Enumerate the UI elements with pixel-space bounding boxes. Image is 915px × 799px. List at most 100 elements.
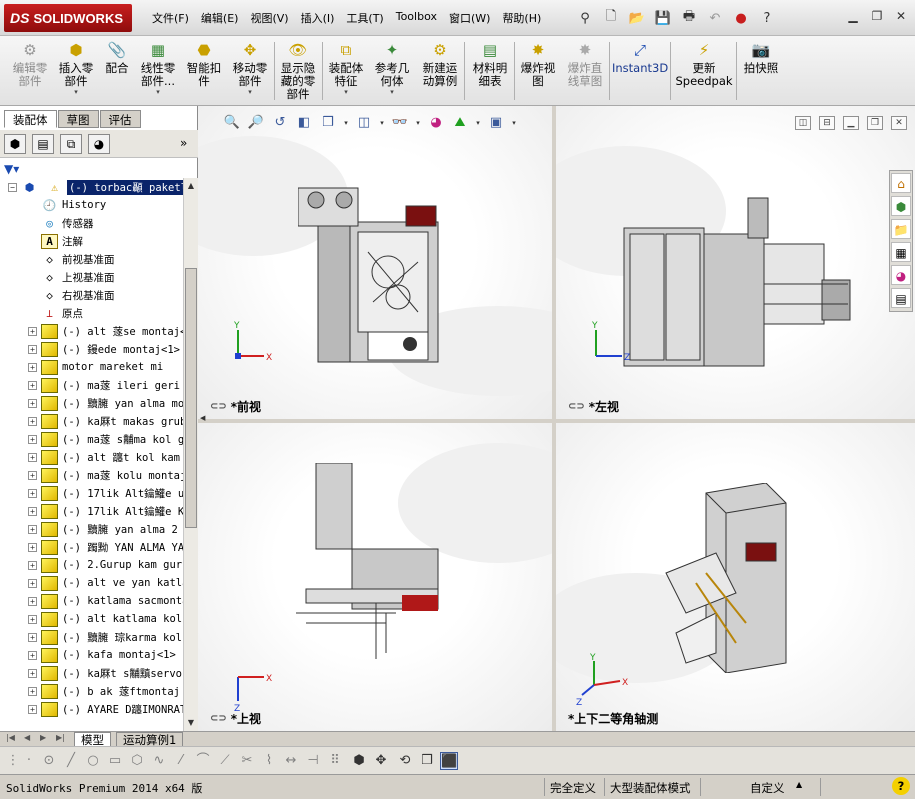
expand-icon[interactable]: +	[28, 326, 37, 336]
help-icon[interactable]: ?	[892, 777, 910, 795]
viewport-front[interactable]: Y X ⊂⊃ *前视 🔍 🔎 ↺ ◧ ❒ ▾ ◫ ▾ 👓 ▾ ◕ ⛰ ▾ ▣ ▾	[198, 106, 552, 419]
bom-button[interactable]: ▤ 材料明 细表	[468, 40, 512, 88]
expand-icon[interactable]: +	[28, 470, 37, 480]
zoom-to-area-icon[interactable]: 🔎	[246, 114, 266, 132]
next-tab-icon[interactable]: ▶	[40, 733, 46, 742]
expand-icon[interactable]: +	[28, 488, 37, 498]
home-icon[interactable]: ⌂	[891, 173, 911, 193]
mate-button[interactable]: 📎 配合	[100, 40, 134, 75]
file-explorer-icon[interactable]: 📁	[891, 219, 911, 239]
tab-sketch[interactable]: 草图	[57, 110, 99, 128]
sketch-fillet-icon[interactable]: ⌒	[194, 752, 212, 770]
chevron-down-icon[interactable]: ▾	[228, 88, 272, 97]
tree-item[interactable]: +⊥原点	[0, 304, 183, 322]
expand-icon[interactable]: +	[28, 344, 37, 354]
update-speedpak-button[interactable]: ⚡ 更新 Speedpak	[674, 40, 734, 88]
filter-icon[interactable]: ▼▾	[4, 162, 19, 176]
tree-item-subassembly[interactable]: + (-) ma蓫 kolu montaj	[0, 466, 183, 484]
expand-icon[interactable]: +	[28, 704, 37, 714]
expand-icon[interactable]: +	[28, 506, 37, 516]
expand-icon[interactable]: +	[28, 596, 37, 606]
expand-icon[interactable]: +	[28, 416, 37, 426]
expand-icon[interactable]: +	[28, 632, 37, 642]
tree-item-subassembly[interactable]: + (-) ka厤t s黼黰servo	[0, 664, 183, 682]
tree-item-subassembly[interactable]: + (-) 17lik Alt鑰鱹e K	[0, 502, 183, 520]
tab-model[interactable]: 模型	[74, 732, 111, 747]
viewport-isometric[interactable]: Y X Z *上下二等角轴测	[556, 423, 915, 731]
save-icon[interactable]: 💾	[652, 7, 674, 29]
display-manager-icon[interactable]: ◕	[88, 134, 110, 154]
edit-appearance-icon[interactable]: ◕	[426, 114, 446, 132]
feature-manager-icon[interactable]: ⬢	[4, 134, 26, 154]
zoom-to-fit-icon[interactable]: 🔍	[222, 114, 242, 132]
point-icon[interactable]: ·	[20, 752, 38, 770]
edit-component-button[interactable]: ⚙ 编辑零 部件	[8, 40, 52, 88]
explode-line-sketch-button[interactable]: ✸ 爆炸直 线草图	[562, 40, 608, 88]
assembly-feature-button[interactable]: ⧉ 装配体 特征 ▾	[324, 40, 368, 97]
expand-icon[interactable]: +	[28, 686, 37, 696]
spline-icon[interactable]: ∿	[150, 752, 168, 770]
show-hidden-components-button[interactable]: 👁 显示隐 藏的零 部件	[276, 40, 320, 101]
viewport-left[interactable]: Y Z ⊂⊃ *左视 ◫ ⊟ ▁ ❐ ✕	[556, 106, 915, 419]
menu-file[interactable]: 文件(F)	[146, 10, 195, 26]
tree-item-subassembly[interactable]: + (-) 黷臃 yan alma 2	[0, 520, 183, 538]
undo-icon[interactable]: ↶	[704, 7, 726, 29]
split-vertical-icon[interactable]: ⊟	[819, 116, 835, 130]
chevron-right-icon[interactable]: »	[180, 136, 187, 150]
tree-item-subassembly[interactable]: + (-) alt 躔t kol kam	[0, 448, 183, 466]
corner-rectangle-icon[interactable]: ▭	[106, 752, 124, 770]
link-views-icon[interactable]: ⊂⊃	[210, 713, 227, 724]
previous-view-icon[interactable]: ↺	[270, 114, 290, 132]
chevron-down-icon[interactable]: ▾	[342, 114, 350, 132]
hide-show-items-icon[interactable]: 👓	[390, 114, 410, 132]
menu-insert[interactable]: 插入(I)	[295, 10, 341, 26]
tree-item-subassembly[interactable]: + (-) alt katlama kolu	[0, 610, 183, 628]
print-icon[interactable]: 🖶	[678, 7, 700, 29]
rebuild-traffic-light-icon[interactable]: ●	[730, 7, 752, 29]
link-views-icon[interactable]: ⊂⊃	[568, 401, 585, 412]
chevron-down-icon[interactable]: ▾	[378, 114, 386, 132]
extruded-boss-icon[interactable]: ⬢	[350, 752, 368, 770]
tree-scrollbar[interactable]: ▲ ▼	[183, 178, 198, 731]
expand-icon[interactable]: +	[28, 614, 37, 624]
instant3d-button[interactable]: ⤢ Instant3D	[612, 40, 668, 75]
chevron-up-icon[interactable]: ▲	[796, 780, 802, 789]
tree-item-subassembly[interactable]: + (-) 2.Gurup kam guru	[0, 556, 183, 574]
tree-item-subassembly[interactable]: + motor mareket mi	[0, 358, 183, 376]
menu-toolbox[interactable]: Toolbox	[390, 10, 443, 26]
link-views-icon[interactable]: ⊂⊃	[210, 401, 227, 412]
minimize-icon[interactable]: ▁	[845, 8, 861, 24]
expand-icon[interactable]: +	[28, 668, 37, 678]
tree-item-subassembly[interactable]: + (-) ma蓫 ileri geri	[0, 376, 183, 394]
new-document-icon[interactable]: 🗋	[600, 7, 622, 29]
graphics-area[interactable]: Y X ⊂⊃ *前视 🔍 🔎 ↺ ◧ ❒ ▾ ◫ ▾ 👓 ▾ ◕ ⛰ ▾ ▣ ▾…	[198, 106, 915, 731]
section-view-icon[interactable]: ◧	[294, 114, 314, 132]
tree-item[interactable]: +◇上视基准面	[0, 268, 183, 286]
solidworks-logo[interactable]: DS SOLIDWORKS	[4, 4, 132, 32]
circle-icon[interactable]: ○	[84, 752, 102, 770]
chevron-down-icon[interactable]: ▾	[136, 88, 180, 97]
tree-item-subassembly[interactable]: + (-) b ak 蓫ftmontaj	[0, 682, 183, 700]
tree-item-subassembly[interactable]: + (-) alt 蓫se montaj<	[0, 322, 183, 340]
insert-component-button[interactable]: ⬢ 插入零 部件 ▾	[54, 40, 98, 97]
tree-item-subassembly[interactable]: + (-) alt ve yan katla	[0, 574, 183, 592]
prev-tab-icon[interactable]: ◀	[24, 733, 30, 742]
collapse-icon[interactable]: −	[8, 182, 17, 192]
trim-entities-icon[interactable]: ✂	[238, 752, 256, 770]
polygon-icon[interactable]: ⬡	[128, 752, 146, 770]
expand-icon[interactable]: +	[28, 560, 37, 570]
convert-entities-icon[interactable]: ⟋	[216, 752, 234, 770]
move-component-button[interactable]: ✥ 移动零 部件 ▾	[228, 40, 272, 97]
viewport-close-icon[interactable]: ✕	[891, 116, 907, 130]
tree-item-subassembly[interactable]: + (-) ka厤t makas grub	[0, 412, 183, 430]
design-library-icon[interactable]: ⬢	[891, 196, 911, 216]
tree-item[interactable]: +🕘History	[0, 196, 183, 214]
expand-icon[interactable]: +	[28, 650, 37, 660]
open-icon[interactable]: 📂	[626, 7, 648, 29]
centerline-icon[interactable]: ⁄	[172, 752, 190, 770]
expand-icon[interactable]: +	[28, 524, 37, 534]
chevron-down-icon[interactable]: ▾	[54, 88, 98, 97]
last-tab-icon[interactable]: ▶|	[56, 733, 65, 742]
tree-item-subassembly[interactable]: + (-) 躅黝 YAN ALMA YA	[0, 538, 183, 556]
tree-item[interactable]: +A注解	[0, 232, 183, 250]
